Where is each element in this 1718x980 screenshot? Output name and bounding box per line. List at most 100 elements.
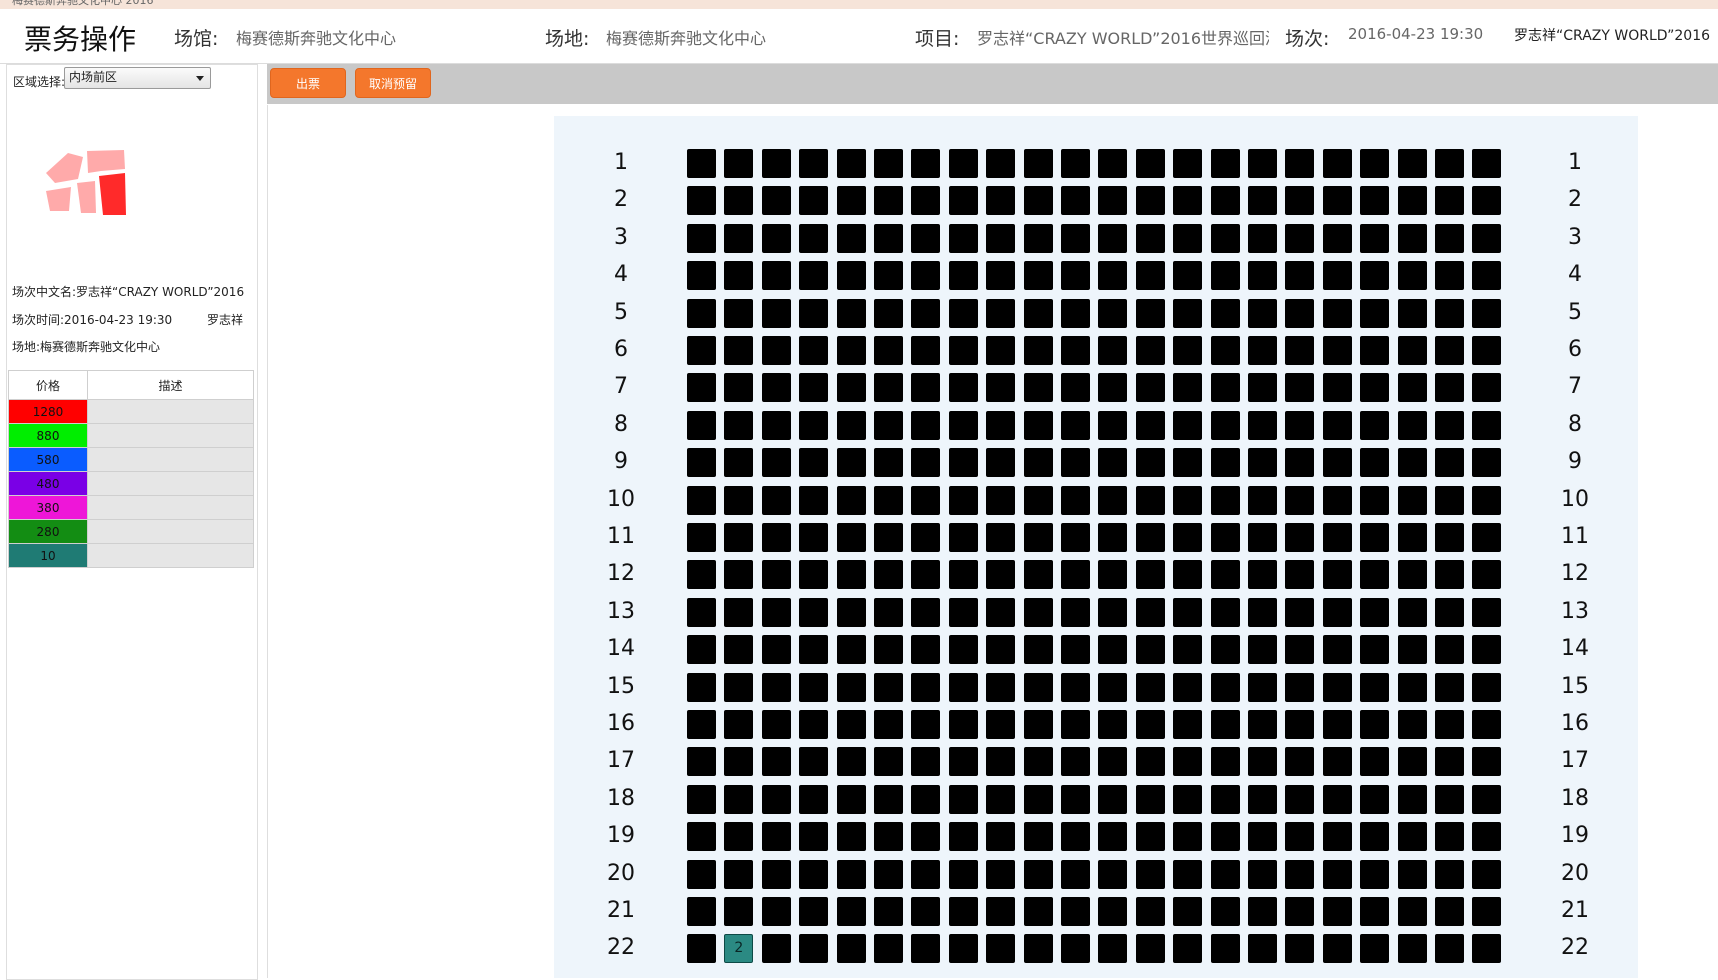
seat[interactable] [1360,223,1390,253]
seat[interactable] [836,298,866,328]
seat[interactable] [1397,784,1427,814]
seat[interactable] [948,149,978,178]
seat[interactable] [1210,822,1240,852]
seat[interactable] [986,336,1016,365]
seat[interactable] [1285,635,1315,665]
seat[interactable] [1135,149,1165,178]
seat[interactable] [687,223,716,253]
seat[interactable] [1360,373,1390,403]
seat[interactable] [1248,784,1277,814]
seat[interactable] [724,672,754,702]
seat[interactable] [1285,298,1315,328]
seat[interactable] [1285,373,1315,403]
seat[interactable] [724,223,754,253]
seat[interactable] [1210,149,1240,178]
seat[interactable] [724,149,754,178]
seat[interactable] [986,934,1016,964]
seat[interactable] [799,223,829,253]
seat[interactable] [687,747,716,777]
seat[interactable] [1098,261,1128,291]
seat[interactable] [911,859,941,889]
seat[interactable] [1173,934,1203,964]
seat[interactable] [1135,373,1165,403]
seat[interactable] [1472,784,1502,814]
seat[interactable] [1210,261,1240,291]
seat[interactable] [1173,485,1203,515]
seat[interactable] [874,223,903,253]
zone-map-block-top[interactable] [87,150,125,173]
seat[interactable] [911,747,941,777]
seat[interactable] [799,747,829,777]
seat[interactable] [1472,710,1502,739]
seat[interactable] [1248,336,1277,365]
seat[interactable] [874,186,903,216]
seat[interactable] [1248,822,1277,852]
seat[interactable] [1472,149,1502,178]
seat[interactable] [1135,822,1165,852]
seat[interactable] [1435,635,1464,665]
seat[interactable] [1285,822,1315,852]
seat[interactable] [687,149,716,178]
seat[interactable] [1472,448,1502,478]
seat[interactable] [948,523,978,552]
seat[interactable] [799,597,829,627]
seat[interactable] [1023,261,1053,291]
seat[interactable] [687,373,716,403]
seat[interactable] [687,897,716,926]
seat[interactable] [986,784,1016,814]
seat[interactable] [1061,448,1090,478]
seat[interactable] [724,635,754,665]
seat[interactable] [986,822,1016,852]
seat[interactable] [1285,784,1315,814]
seat[interactable] [836,149,866,178]
seat[interactable] [1248,373,1277,403]
seat[interactable] [1472,897,1502,926]
seat[interactable] [1098,784,1128,814]
seat[interactable] [1098,822,1128,852]
seat[interactable] [948,710,978,739]
seat[interactable] [687,822,716,852]
seat[interactable] [761,485,791,515]
seat[interactable] [1435,859,1464,889]
seat[interactable] [724,523,754,552]
seat[interactable] [1472,747,1502,777]
seat[interactable] [1285,336,1315,365]
seat[interactable] [836,485,866,515]
seat[interactable] [724,410,754,440]
seat[interactable] [1173,859,1203,889]
seat[interactable] [1023,336,1053,365]
seat[interactable] [1322,261,1352,291]
price-row[interactable]: 880 [8,423,254,448]
seat[interactable] [1397,448,1427,478]
seat[interactable] [1435,485,1464,515]
seat[interactable] [724,859,754,889]
seat[interactable] [948,186,978,216]
seat[interactable] [911,822,941,852]
seat[interactable] [1173,897,1203,926]
seat[interactable] [1285,149,1315,178]
seat[interactable] [799,710,829,739]
seat[interactable] [986,560,1016,590]
seat[interactable] [761,672,791,702]
seat[interactable] [1173,186,1203,216]
seat[interactable] [799,934,829,964]
seat[interactable] [1360,747,1390,777]
seat[interactable] [761,710,791,739]
seat[interactable] [724,336,754,365]
seat[interactable] [761,373,791,403]
seat[interactable] [1023,560,1053,590]
seat[interactable] [1210,373,1240,403]
seat[interactable] [1322,149,1352,178]
seat[interactable] [1435,261,1464,291]
seat[interactable] [1210,897,1240,926]
seat[interactable] [1135,485,1165,515]
seat[interactable] [911,897,941,926]
seat[interactable] [1435,897,1464,926]
seat[interactable] [1061,859,1090,889]
seat[interactable] [1135,298,1165,328]
seat[interactable] [1173,597,1203,627]
seat[interactable] [687,635,716,665]
seat[interactable] [1322,784,1352,814]
seat[interactable] [1360,784,1390,814]
seat[interactable] [874,261,903,291]
